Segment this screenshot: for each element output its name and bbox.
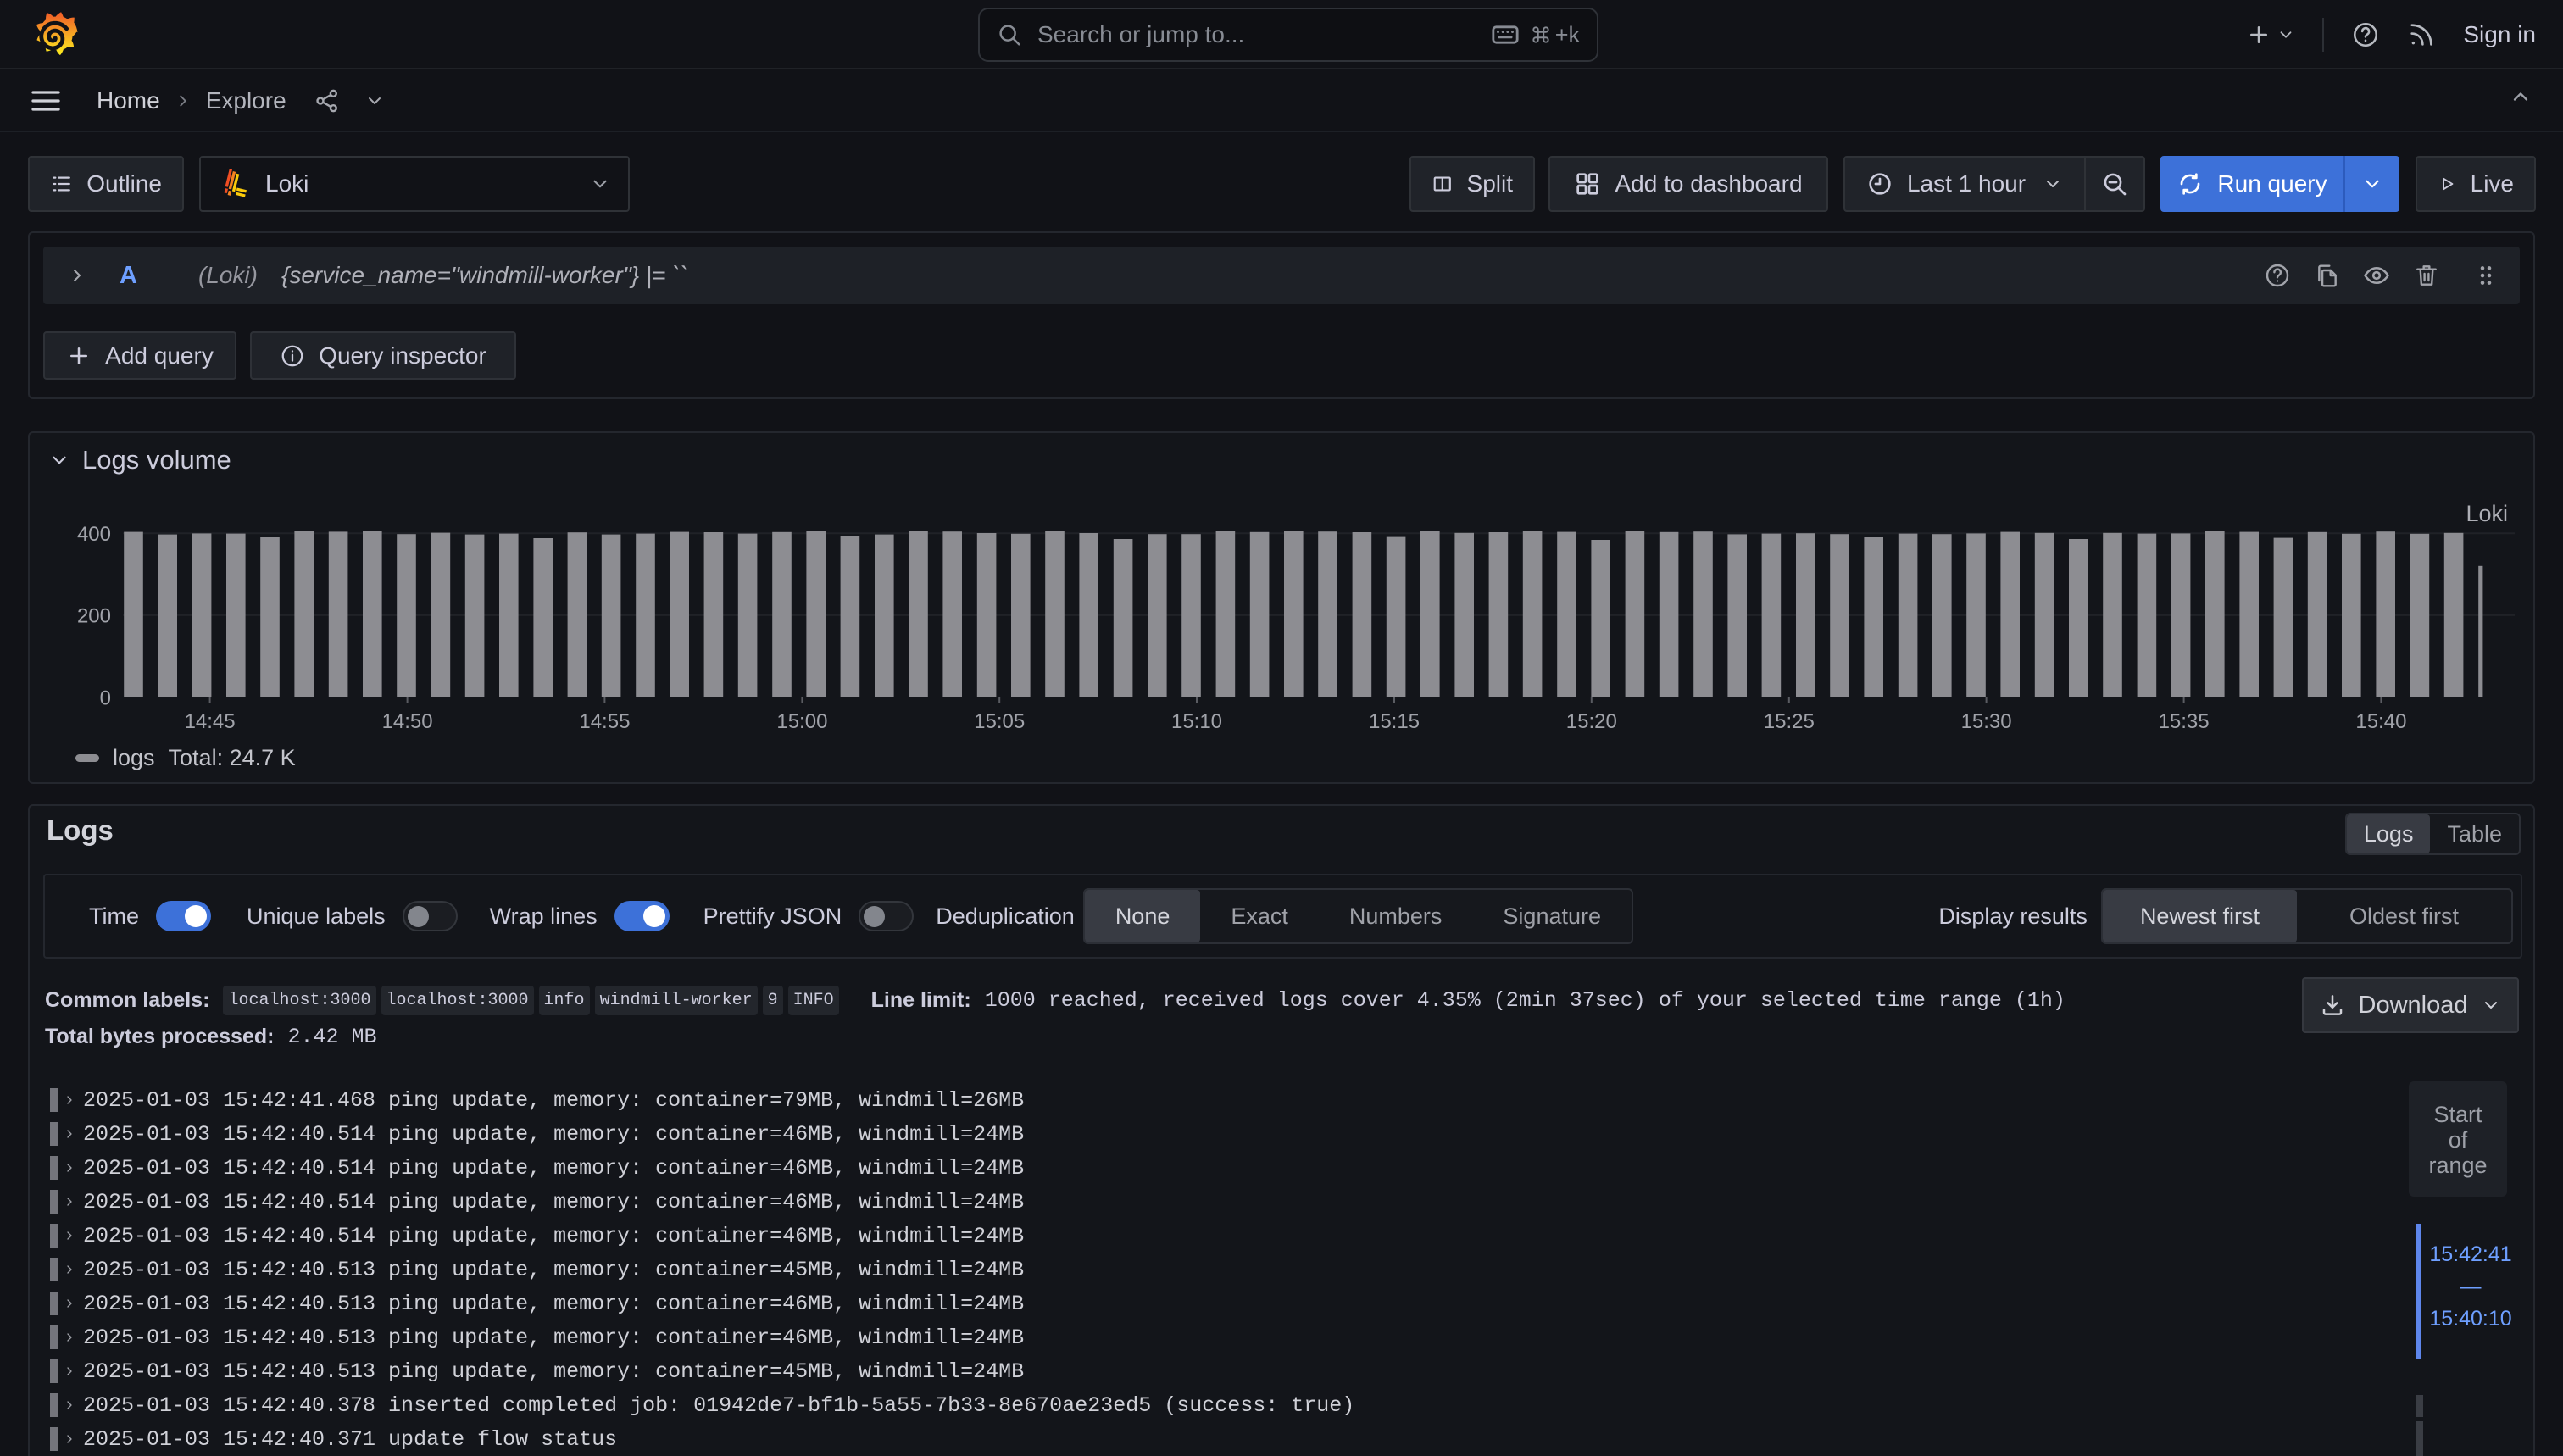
svg-text:0: 0 <box>100 686 111 709</box>
svg-text:15:30: 15:30 <box>1961 710 2012 733</box>
svg-text:14:50: 14:50 <box>382 710 433 733</box>
svg-text:15:10: 15:10 <box>1171 710 1222 733</box>
svg-text:15:15: 15:15 <box>1369 710 1420 733</box>
svg-text:15:25: 15:25 <box>1764 710 1815 733</box>
svg-text:15:20: 15:20 <box>1566 710 1617 733</box>
svg-text:15:00: 15:00 <box>776 710 827 733</box>
svg-text:200: 200 <box>77 605 111 628</box>
svg-text:15:40: 15:40 <box>2355 710 2406 733</box>
svg-text:14:55: 14:55 <box>579 710 630 733</box>
svg-text:15:35: 15:35 <box>2159 710 2210 733</box>
svg-text:400: 400 <box>77 523 111 546</box>
svg-text:15:05: 15:05 <box>974 710 1025 733</box>
svg-text:14:45: 14:45 <box>185 710 236 733</box>
